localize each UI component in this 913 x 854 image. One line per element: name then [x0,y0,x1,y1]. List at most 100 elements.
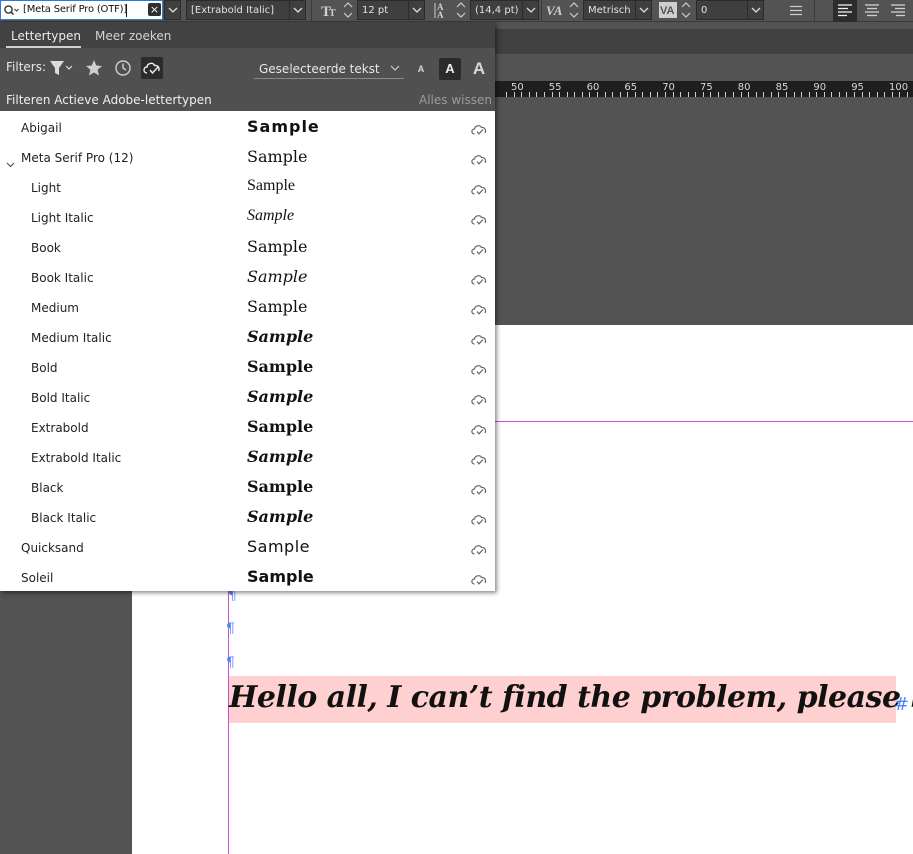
document-text[interactable]: Hello all, I can’t find the problem, ple… [229,680,913,715]
panel-tabs: Lettertypen Meer zoeken [0,22,495,48]
margin-guide [495,421,913,422]
sample-size-medium-button[interactable]: A [439,58,461,80]
font-row[interactable]: Medium Sample [0,293,495,323]
font-size-field[interactable]: 12 pt [357,0,409,20]
font-row[interactable]: Bold Sample [0,353,495,383]
cloud-sync-icon [470,211,488,225]
ruler-tick [755,92,757,97]
font-dropdown-panel: Lettertypen Meer zoeken Filters: Geselec… [0,22,495,591]
font-row[interactable]: Light Sample [0,173,495,203]
cloud-sync-icon [470,451,488,465]
leading-stepper[interactable] [455,0,467,20]
chevron-down-icon [526,7,536,13]
font-name: Bold [31,361,58,375]
tracking-field[interactable]: 0 [696,0,748,20]
font-name: Extrabold [31,421,89,435]
font-row[interactable]: Book Italic Sample [0,263,495,293]
menu-icon[interactable] [789,5,803,16]
chevron-down-icon [168,7,178,13]
font-style-field[interactable]: [Extrabold Italic] [186,0,290,20]
leading-field[interactable]: (14,4 pt) [470,0,523,20]
kerning-field[interactable]: Metrisch [583,0,636,20]
ruler-tick [725,92,727,97]
clear-icon[interactable]: × [148,3,161,16]
font-row[interactable]: Abigail Sample [0,113,495,143]
ruler-label: 100 [889,82,909,93]
font-name: Light Italic [31,211,94,225]
font-row[interactable]: Light Italic Sample [0,203,495,233]
font-family-group-row[interactable]: Meta Serif Pro (12) Sample [0,143,495,173]
ruler-tick [528,92,530,97]
font-name: Light [31,181,61,195]
font-size-dropdown[interactable] [408,0,425,20]
ruler-tick [574,92,576,97]
font-sample: Sample [247,507,314,526]
sample-size-large-button[interactable]: A [468,58,490,80]
font-row[interactable]: Soleil Sample [0,563,495,593]
font-row[interactable]: Medium Italic Sample [0,323,495,353]
cloud-sync-icon [470,331,488,345]
ruler-label: 50 [511,82,524,93]
cloud-sync-icon [470,391,488,405]
font-list[interactable]: Abigail Sample Meta Serif Pro (12) Sample Li… [0,111,495,591]
font-family-value: [Meta Serif Pro (OTF)] [23,4,128,15]
ruler-tick [793,92,795,97]
font-family-field[interactable]: [Meta Serif Pro (OTF)] × [0,0,163,20]
font-sample: Sample [247,267,308,286]
ruler-label: 90 [813,82,827,93]
align-right-icon[interactable] [886,0,910,22]
ruler-label: 65 [624,82,638,93]
star-icon[interactable] [83,57,105,79]
ruler-tick [846,92,848,97]
horizontal-ruler[interactable]: 50 55 60 65 70 75 80 85 90 95 100 [495,81,913,97]
font-row[interactable]: Extrabold Italic Sample [0,443,495,473]
ruler-tick [770,92,772,97]
preview-text-select[interactable]: Geselecteerde tekst [254,57,404,79]
kerning-stepper[interactable] [568,0,580,20]
pasteboard-left [0,590,132,854]
tracking-dropdown[interactable] [747,0,764,20]
kerning-dropdown[interactable] [635,0,652,20]
filter-icon[interactable] [48,57,74,79]
font-size-icon: T T [321,4,336,19]
font-name: Medium [31,301,79,315]
font-row[interactable]: Bold Italic Sample [0,383,495,413]
font-sample: Sample [247,537,310,556]
font-row[interactable]: Book Sample [0,233,495,263]
ruler-tick [604,92,606,97]
separator [541,0,542,22]
font-row[interactable]: Quicksand Sample [0,533,495,563]
font-row[interactable]: Black Italic Sample [0,503,495,533]
leading-dropdown[interactable] [522,0,539,20]
cloud-sync-icon [470,481,488,495]
font-sample: Sample [247,327,314,346]
clear-all-link[interactable]: Alles wissen [419,93,492,107]
chevron-down-icon [390,65,400,71]
font-sample: Sample [247,297,308,316]
tab-lettertypen[interactable]: Lettertypen [6,22,81,48]
tab-meer-zoeken[interactable]: Meer zoeken [95,22,171,48]
font-family-dropdown[interactable] [164,0,181,20]
font-size-stepper[interactable] [342,0,354,20]
chevron-down-icon [751,7,761,13]
sample-size-small-button[interactable]: A [410,58,432,80]
cloud-filter-icon[interactable] [141,57,163,79]
align-center-icon[interactable] [860,0,884,22]
font-name: Abigail [21,121,62,135]
tracking-stepper[interactable] [680,0,692,20]
ruler-tick [544,92,546,97]
separator [814,0,815,22]
ruler-label: 70 [662,82,675,93]
font-row[interactable]: Black Sample [0,473,495,503]
chevron-down-icon[interactable] [6,153,15,172]
font-name: Black [31,481,64,495]
clock-icon[interactable] [112,57,134,79]
font-style-dropdown[interactable] [289,0,306,20]
search-icon[interactable] [3,4,19,18]
filter-row: Filters: Geselecteerde tekst A A A [0,48,495,94]
font-row[interactable]: Extrabold Sample [0,413,495,443]
align-left-icon[interactable] [833,0,857,22]
text-caret [126,4,127,17]
ruler-label: 95 [851,82,864,93]
font-sample: Sample [247,237,308,256]
